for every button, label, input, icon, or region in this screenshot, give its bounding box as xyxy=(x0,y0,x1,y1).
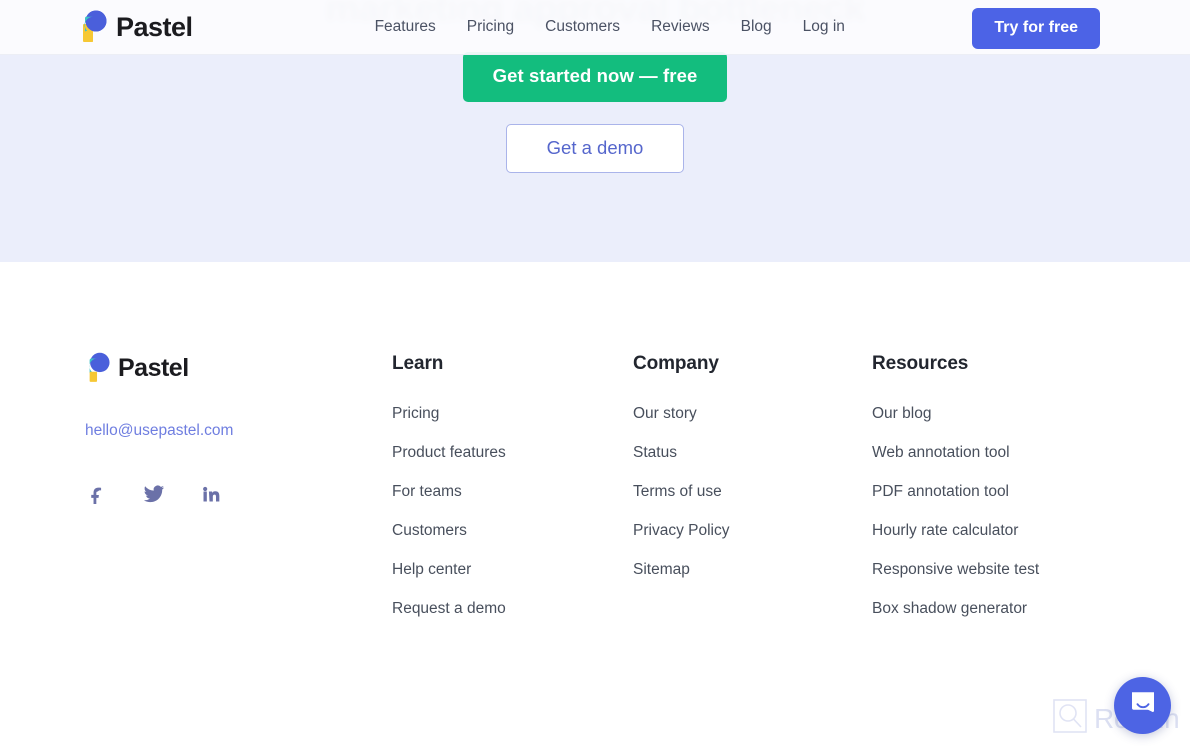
footer-brand-column: Pastel hello@usepastel.com xyxy=(85,352,355,506)
footer-column-resources: Resources Our blog Web annotation tool P… xyxy=(872,354,1122,638)
nav-item-customers[interactable]: Customers xyxy=(545,18,620,36)
contact-email-link[interactable]: hello@usepastel.com xyxy=(85,422,355,440)
footer-link-product-features[interactable]: Product features xyxy=(392,443,612,464)
footer-heading-resources: Resources xyxy=(872,353,969,374)
footer-link-request-a-demo[interactable]: Request a demo xyxy=(392,599,612,620)
footer-link-pricing[interactable]: Pricing xyxy=(392,404,612,425)
footer-brand-logo-link[interactable]: Pastel xyxy=(85,352,355,384)
facebook-icon[interactable] xyxy=(85,482,109,506)
footer-brand-name: Pastel xyxy=(118,353,189,382)
brand-logo-link[interactable]: Pastel xyxy=(80,10,193,44)
try-for-free-button[interactable]: Try for free xyxy=(972,8,1100,49)
footer-link-help-center[interactable]: Help center xyxy=(392,560,612,581)
footer-link-our-story[interactable]: Our story xyxy=(633,404,853,425)
linkedin-icon[interactable] xyxy=(199,482,223,506)
intercom-chat-launcher-button[interactable] xyxy=(1114,677,1171,734)
hero-cta-group: Get started now — free Get a demo xyxy=(0,52,1190,173)
footer-link-our-blog[interactable]: Our blog xyxy=(872,404,1122,425)
footer-link-privacy-policy[interactable]: Privacy Policy xyxy=(633,521,853,542)
footer-link-status[interactable]: Status xyxy=(633,443,853,464)
footer-heading-company: Company xyxy=(633,353,719,374)
footer-link-web-annotation-tool[interactable]: Web annotation tool xyxy=(872,443,1122,464)
twitter-icon[interactable] xyxy=(142,482,166,506)
footer-link-sitemap[interactable]: Sitemap xyxy=(633,560,853,581)
nav-item-features[interactable]: Features xyxy=(375,18,436,36)
get-a-demo-button[interactable]: Get a demo xyxy=(505,123,685,173)
nav-item-blog[interactable]: Blog xyxy=(741,18,772,36)
footer-link-for-teams[interactable]: For teams xyxy=(392,482,612,503)
intercom-chat-icon xyxy=(1128,689,1158,722)
nav-item-pricing[interactable]: Pricing xyxy=(467,18,514,36)
revain-magnifier-icon xyxy=(1052,698,1088,739)
site-footer: Pastel hello@usepastel.com Learn Pricing… xyxy=(0,262,1190,753)
footer-link-hourly-rate-calculator[interactable]: Hourly rate calculator xyxy=(872,521,1122,542)
footer-link-pdf-annotation-tool[interactable]: PDF annotation tool xyxy=(872,482,1122,503)
brand-name: Pastel xyxy=(116,11,193,42)
footer-link-box-shadow-generator[interactable]: Box shadow generator xyxy=(872,599,1122,620)
footer-heading-learn: Learn xyxy=(392,353,444,374)
footer-link-responsive-website-test[interactable]: Responsive website test xyxy=(872,560,1122,581)
nav-item-reviews[interactable]: Reviews xyxy=(651,18,710,36)
footer-column-learn: Learn Pricing Product features For teams… xyxy=(392,354,612,638)
pastel-logo-icon xyxy=(80,10,107,44)
pastel-logo-icon xyxy=(85,352,110,384)
get-started-free-button[interactable]: Get started now — free xyxy=(462,52,728,102)
footer-column-company: Company Our story Status Terms of use Pr… xyxy=(633,354,853,599)
nav-item-log-in[interactable]: Log in xyxy=(803,18,845,36)
social-links xyxy=(85,482,355,506)
main-navigation: Features Pricing Customers Reviews Blog … xyxy=(375,18,845,36)
footer-link-customers[interactable]: Customers xyxy=(392,521,612,542)
site-header: Pastel Features Pricing Customers Review… xyxy=(0,0,1190,55)
footer-link-terms-of-use[interactable]: Terms of use xyxy=(633,482,853,503)
